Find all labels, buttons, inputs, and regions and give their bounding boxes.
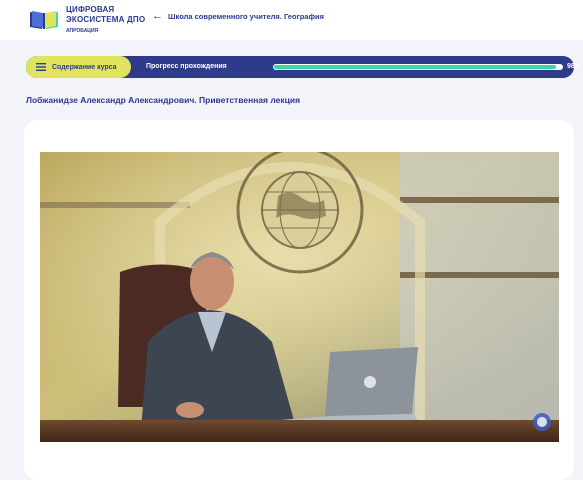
- logo-subtitle: АПРОБАЦИЯ: [66, 27, 99, 34]
- back-link-label: Школа современного учителя. География: [168, 11, 325, 21]
- course-progress-bar: Содержание курса Прогресс прохождения 98…: [26, 56, 581, 78]
- arrow-left-icon: ←: [152, 10, 163, 22]
- course-contents-label: Содержание курса: [52, 63, 117, 71]
- progress-value: 98%: [567, 63, 582, 70]
- logo-text: ЦИФРОВАЯ ЭКОСИСТЕМА ДПО АПРОБАЦИЯ: [66, 5, 145, 36]
- logo[interactable]: ЦИФРОВАЯ ЭКОСИСТЕМА ДПО АПРОБАЦИЯ: [28, 5, 148, 36]
- video-player[interactable]: [40, 152, 559, 442]
- menu-icon: [36, 63, 46, 71]
- progress-track: [273, 64, 563, 70]
- logo-line-1: ЦИФРОВАЯ: [66, 4, 115, 14]
- back-to-course-link[interactable]: ← Школа современного учителя. География: [152, 9, 324, 23]
- progress-fill: [274, 65, 556, 69]
- video-frame: [40, 152, 559, 442]
- top-header: ЦИФРОВАЯ ЭКОСИСТЕМА ДПО АПРОБАЦИЯ ← Школ…: [0, 0, 583, 40]
- book-logo-icon: [30, 11, 58, 29]
- progress-label: Прогресс прохождения: [146, 63, 227, 70]
- logo-line-2: ЭКОСИСТЕМА ДПО: [66, 14, 146, 24]
- lecture-title: Лобжанидзе Александр Александрович. Прив…: [26, 95, 301, 105]
- course-contents-button[interactable]: Содержание курса: [26, 56, 131, 78]
- rgo-watermark-icon: [533, 413, 551, 431]
